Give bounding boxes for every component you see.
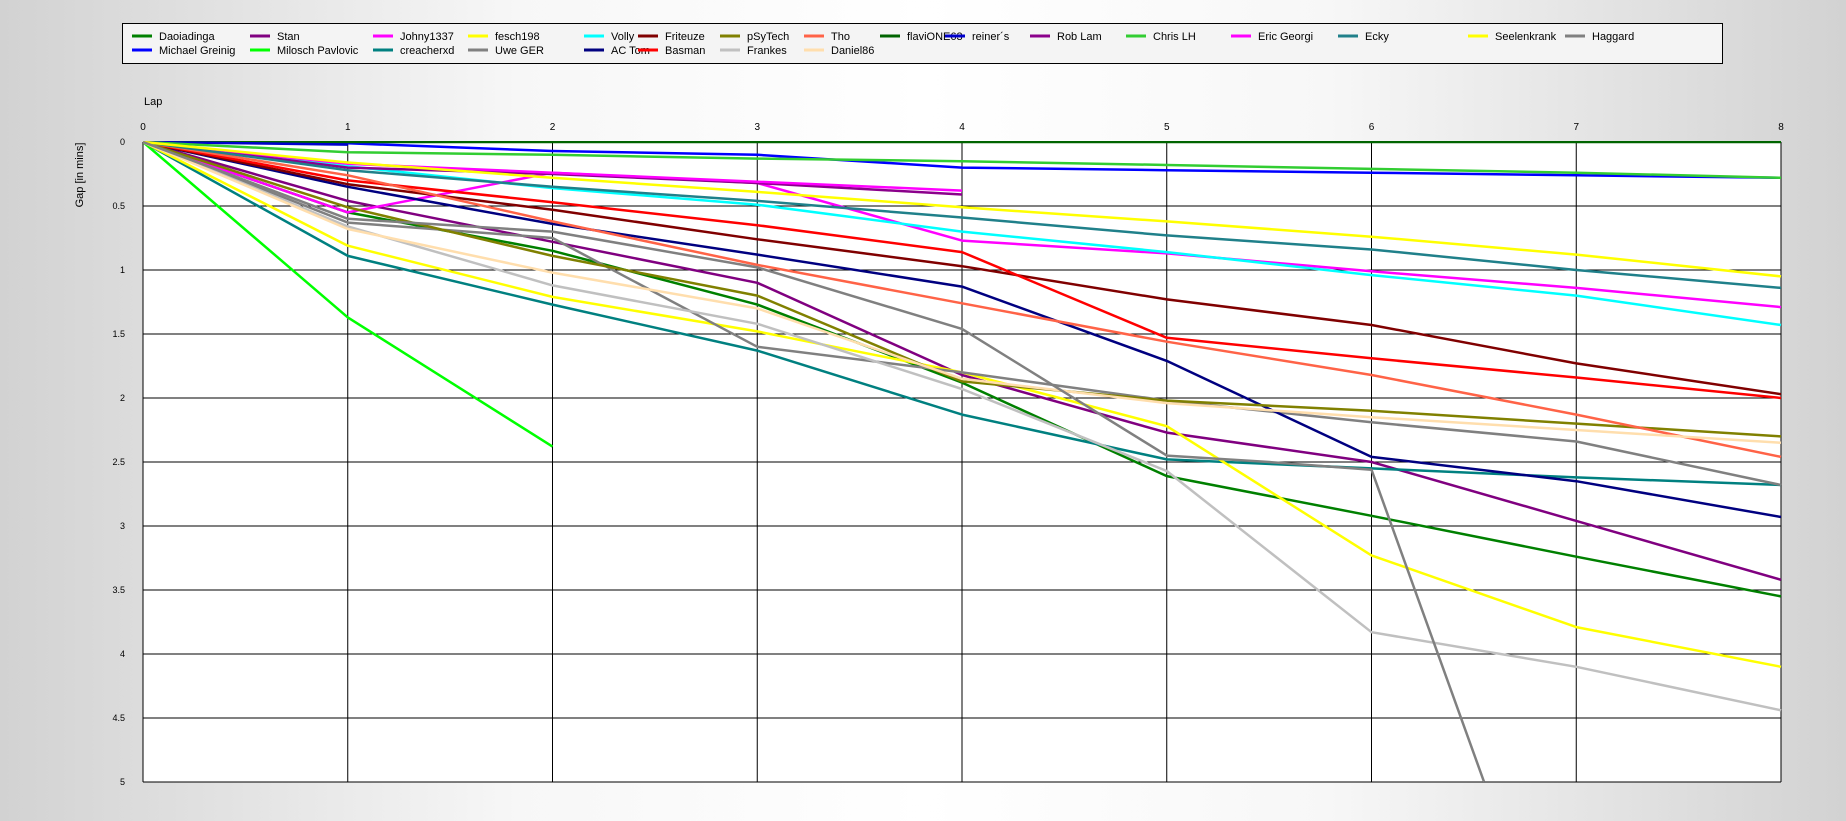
legend-box xyxy=(122,23,1723,64)
x-axis-label: Lap xyxy=(144,96,162,108)
legend-label: pSyTech xyxy=(747,31,789,43)
legend-label: fesch198 xyxy=(495,31,540,43)
legend-label: Basman xyxy=(665,45,705,57)
legend-label: Volly xyxy=(611,31,635,43)
x-tick-label: 0 xyxy=(140,122,146,133)
lap-gap-chart: Daoiadinga Michael Greinig Stan Milosch Pav… xyxy=(74,23,1784,787)
chart: Daoiadinga Michael Greinig Stan Milosch Pav… xyxy=(0,0,1846,821)
y-tick-label: 1.5 xyxy=(112,329,125,339)
legend-label: Stan xyxy=(277,31,300,43)
legend-label: Tho xyxy=(831,31,850,43)
legend-label: Seelenkrank xyxy=(1495,31,1557,43)
y-tick-label: 3.5 xyxy=(112,585,125,595)
legend-label: Daniel86 xyxy=(831,45,874,57)
legend-label: Daoiadinga xyxy=(159,31,216,43)
legend-label: Ecky xyxy=(1365,31,1389,43)
y-tick-label: 2.5 xyxy=(112,457,125,467)
legend-label: Chris LH xyxy=(1153,31,1196,43)
x-tick-label: 6 xyxy=(1369,122,1375,133)
x-tick-label: 3 xyxy=(754,122,760,133)
legend-label: Frankes xyxy=(747,45,787,57)
y-tick-label: 4 xyxy=(120,649,125,659)
legend-label: creacherxd xyxy=(400,45,454,57)
x-tick-label: 8 xyxy=(1778,122,1784,133)
legend-label: Milosch Pavlovic xyxy=(277,45,359,57)
y-axis-label: Gap [in mins] xyxy=(74,143,86,208)
x-tick-label: 7 xyxy=(1573,122,1579,133)
y-tick-label: 1 xyxy=(120,265,125,275)
legend-label: Friteuze xyxy=(665,31,705,43)
x-tick-label: 4 xyxy=(959,122,965,133)
legend-label: Johny1337 xyxy=(400,31,454,43)
legend-label: Michael Greinig xyxy=(159,45,235,57)
axes: 0 1 2 3 4 5 6 7 8 0 0.5 1 1.5 2 2.5 3 3.5 4 4.5 5 xyxy=(112,122,1784,787)
y-tick-label: 0 xyxy=(120,137,125,147)
y-tick-label: 5 xyxy=(120,777,125,787)
legend-label: Uwe GER xyxy=(495,45,544,57)
y-tick-label: 4.5 xyxy=(112,713,125,723)
legend-label: Haggard xyxy=(1592,31,1634,43)
legend-label: reiner´s xyxy=(972,31,1010,43)
y-tick-label: 2 xyxy=(120,393,125,403)
x-tick-label: 2 xyxy=(550,122,556,133)
y-tick-label: 0.5 xyxy=(112,201,125,211)
legend: Daoiadinga Michael Greinig Stan Milosch Pav… xyxy=(122,23,1723,64)
legend-label: Rob Lam xyxy=(1057,31,1102,43)
y-tick-label: 3 xyxy=(120,521,125,531)
x-tick-label: 5 xyxy=(1164,122,1170,133)
x-tick-label: 1 xyxy=(345,122,351,133)
legend-label: Eric Georgi xyxy=(1258,31,1313,43)
